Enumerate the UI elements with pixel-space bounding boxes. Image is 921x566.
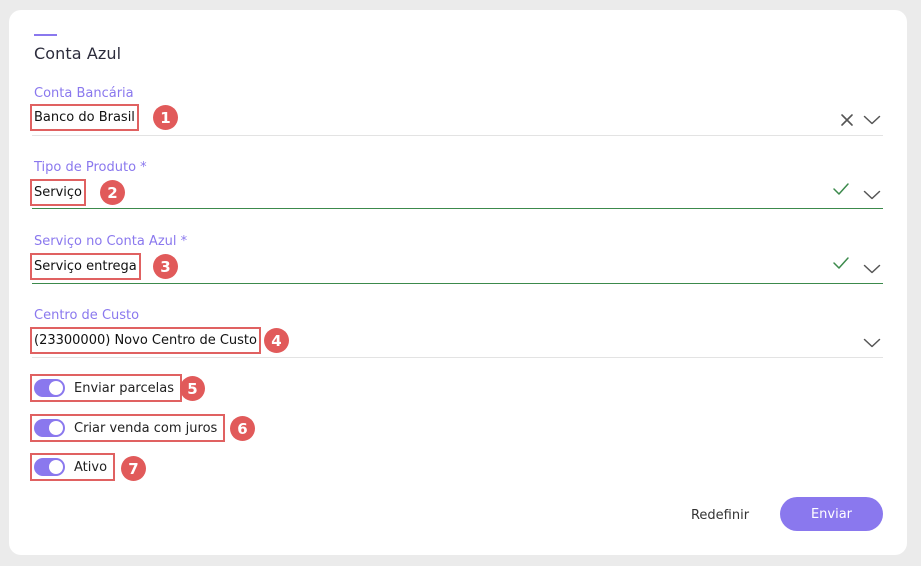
check-icon <box>833 257 849 269</box>
check-icon <box>833 183 849 195</box>
field-label-servico-conta-azul: Serviço no Conta Azul * <box>34 234 188 249</box>
field-underline-valid <box>32 283 883 284</box>
chevron-down-icon[interactable] <box>863 337 881 349</box>
field-underline <box>32 135 883 136</box>
annotation-badge-3: 3 <box>153 254 178 279</box>
centro-de-custo-select[interactable]: (23300000) Novo Centro de Custo <box>30 327 261 354</box>
field-underline-valid <box>32 208 883 209</box>
annotation-badge-5: 5 <box>180 376 205 401</box>
toggle-switch[interactable] <box>34 379 65 397</box>
close-icon[interactable] <box>840 113 854 127</box>
toggle-switch[interactable] <box>34 419 65 437</box>
field-label-conta-bancaria: Conta Bancária <box>34 86 134 101</box>
toggle-enviar-parcelas[interactable]: Enviar parcelas <box>30 374 182 402</box>
chevron-down-icon[interactable] <box>863 114 881 126</box>
toggle-ativo[interactable]: Ativo <box>30 453 116 481</box>
title-accent-bar <box>34 34 57 36</box>
field-underline <box>32 357 883 358</box>
field-label-centro-de-custo: Centro de Custo <box>34 308 140 323</box>
page-title: Conta Azul <box>34 44 122 63</box>
toggle-label: Criar venda com juros <box>74 420 218 436</box>
toggle-criar-venda-com-juros[interactable]: Criar venda com juros <box>30 414 226 442</box>
chevron-down-icon[interactable] <box>863 189 881 201</box>
annotation-badge-1: 1 <box>153 105 178 130</box>
conta-bancaria-select[interactable]: Banco do Brasil <box>30 104 139 131</box>
annotation-badge-2: 2 <box>100 180 125 205</box>
toggle-label: Enviar parcelas <box>74 380 174 396</box>
toggle-label: Ativo <box>74 459 108 475</box>
annotation-badge-6: 6 <box>230 416 255 441</box>
annotation-badge-7: 7 <box>121 456 146 481</box>
field-label-tipo-de-produto: Tipo de Produto * <box>34 160 147 175</box>
chevron-down-icon[interactable] <box>863 263 881 275</box>
tipo-de-produto-select[interactable]: Serviço <box>30 179 87 206</box>
servico-conta-azul-select[interactable]: Serviço entrega <box>30 253 141 280</box>
reset-button[interactable]: Redefinir <box>680 499 760 531</box>
toggle-switch[interactable] <box>34 458 65 476</box>
annotation-badge-4: 4 <box>264 328 289 353</box>
submit-button[interactable]: Enviar <box>780 497 883 531</box>
